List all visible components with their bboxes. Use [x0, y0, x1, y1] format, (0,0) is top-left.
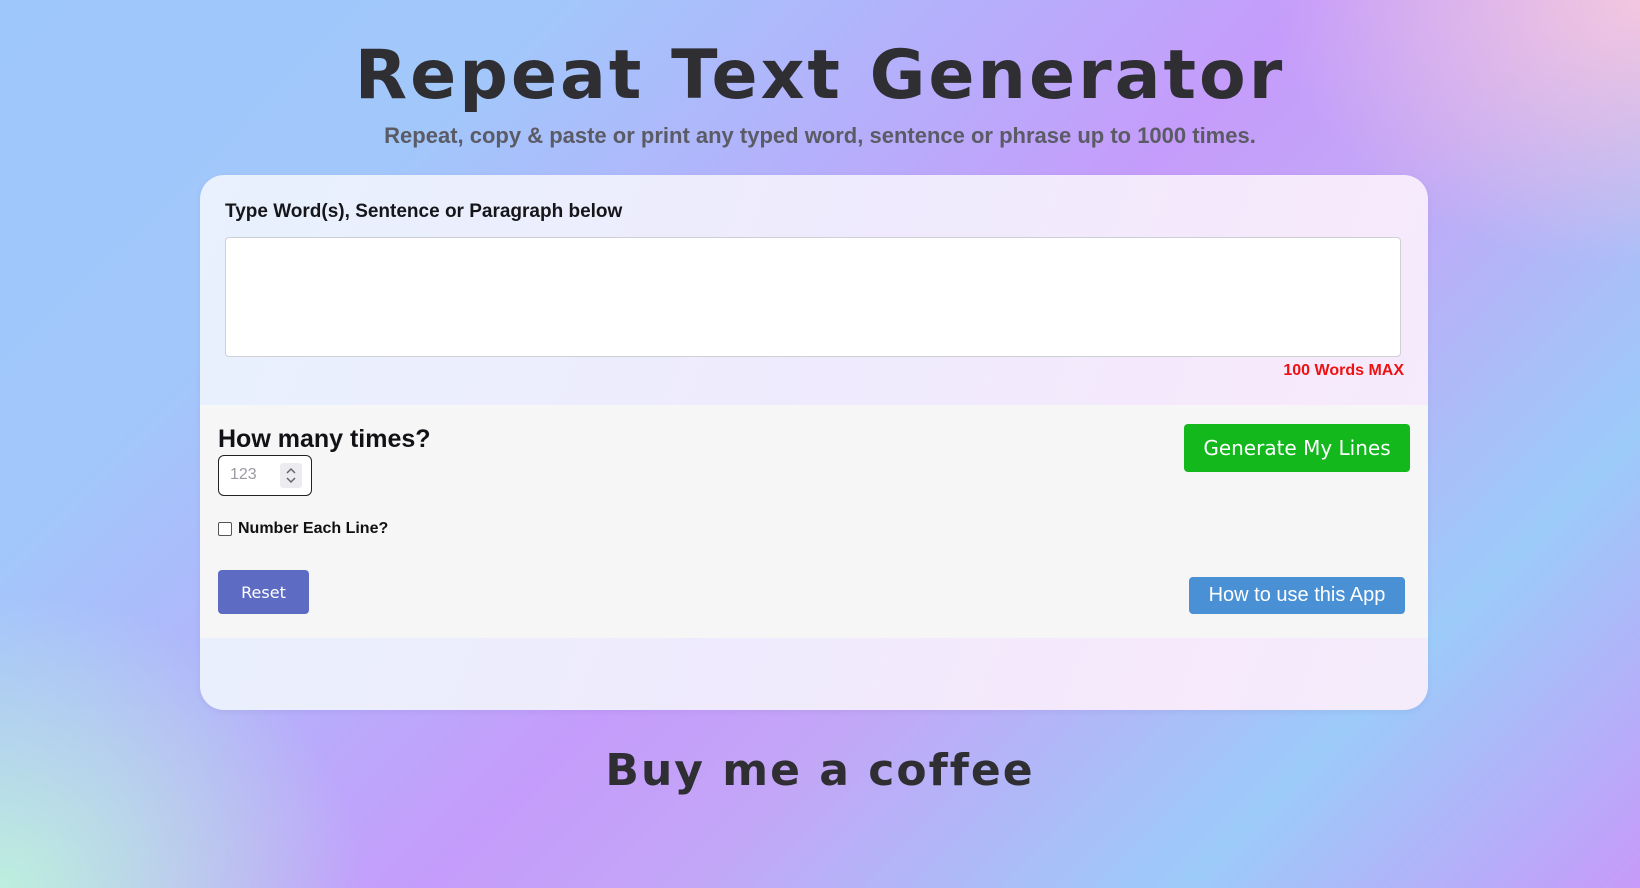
number-spinner[interactable]	[280, 463, 302, 488]
generate-button[interactable]: Generate My Lines	[1184, 424, 1410, 472]
how-to-use-button[interactable]: How to use this App	[1189, 577, 1405, 614]
controls-panel: How many times? 123 Number Each Line? Re…	[200, 405, 1428, 638]
word-limit-note: 100 Words MAX	[1283, 362, 1404, 379]
reset-button[interactable]: Reset	[218, 570, 309, 614]
repeat-count-label: How many times?	[218, 425, 431, 453]
number-lines-option: Number Each Line?	[218, 520, 388, 538]
number-lines-checkbox[interactable]	[218, 522, 232, 536]
text-input[interactable]	[225, 237, 1401, 357]
repeat-count-input[interactable]: 123	[218, 455, 312, 496]
page-title: Repeat Text Generator	[354, 36, 1286, 115]
text-input-label: Type Word(s), Sentence or Paragraph belo…	[225, 201, 623, 222]
spinner-arrows-icon	[286, 467, 296, 484]
generator-card: Type Word(s), Sentence or Paragraph belo…	[200, 175, 1428, 710]
page-subtitle: Repeat, copy & paste or print any typed …	[384, 123, 1256, 148]
buy-coffee-link[interactable]: Buy me a coffee	[0, 736, 1640, 806]
number-lines-label[interactable]: Number Each Line?	[238, 520, 388, 538]
repeat-count-placeholder: 123	[230, 466, 257, 483]
